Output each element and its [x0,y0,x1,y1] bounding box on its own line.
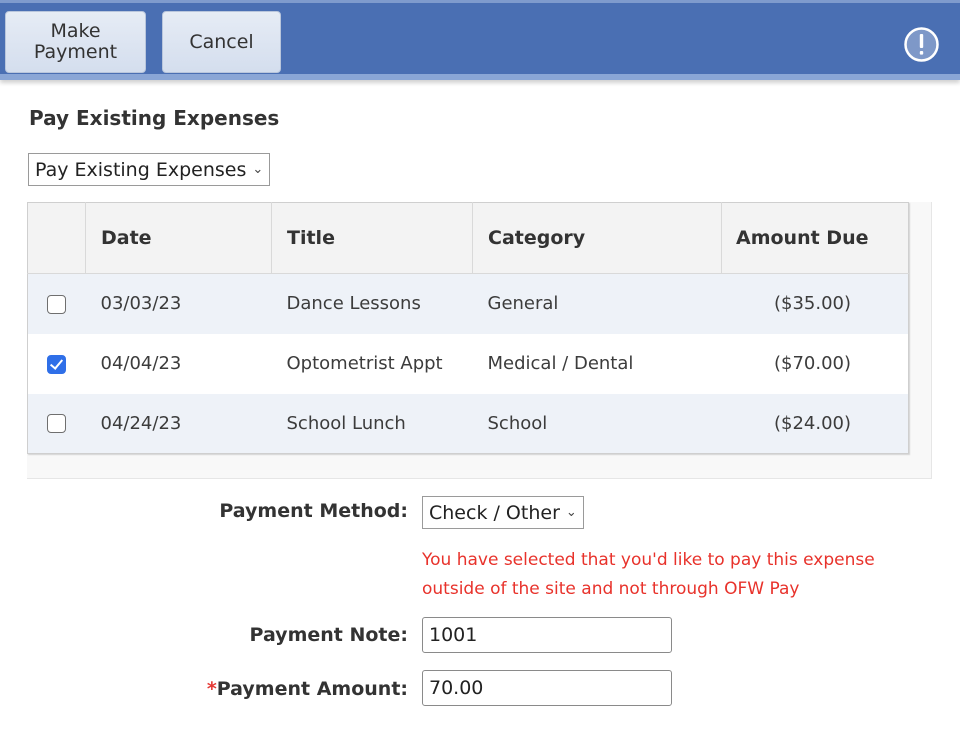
payment-amount-label: *Payment Amount: [207,678,408,700]
row-title: Dance Lessons [271,273,473,334]
row-category: School [472,393,722,454]
cancel-label: Cancel [189,30,254,53]
expense-mode-selected: Pay Existing Expenses [35,158,247,181]
row-checkbox[interactable] [47,354,67,374]
column-header-amount-due: Amount Due [721,202,909,274]
payment-amount-input[interactable] [422,670,672,706]
row-category: Medical / Dental [487,353,634,374]
table-row[interactable]: 04/04/23 Optometrist Appt Medical / Dent… [28,334,909,394]
table-row[interactable]: 04/24/23 School Lunch School ($24.00) [27,393,909,454]
payment-method-selected: Check / Other [429,501,560,524]
chevron-down-icon: ⌄ [252,162,264,177]
row-date: 03/03/23 [85,273,272,334]
payment-note-label: Payment Note: [249,624,408,646]
exclamation-circle-icon[interactable] [903,26,940,63]
payment-method-label: Payment Method: [219,500,408,522]
table-header-row: Date Title Category Amount Due [27,202,909,274]
expenses-table: Date Title Category Amount Due 03/03/23 … [27,202,909,454]
row-title: School Lunch [271,393,473,454]
row-date: 04/24/23 [85,393,272,454]
page-title: Pay Existing Expenses [29,106,280,130]
payment-method-warning: You have selected that you'd like to pay… [422,550,875,599]
row-amount: ($24.00) [721,393,909,454]
row-amount: ($70.00) [773,353,851,374]
column-header-select [27,202,86,274]
payment-method-select[interactable]: Check / Other ⌄ [422,496,584,529]
row-amount: ($35.00) [721,273,909,334]
cancel-button[interactable]: Cancel [162,11,281,73]
column-header-title: Title [271,202,473,274]
row-category: General [472,273,722,334]
make-payment-button[interactable]: Make Payment [5,11,146,73]
make-payment-label: Make Payment [33,20,118,63]
column-header-date: Date [85,202,272,274]
required-marker: * [206,678,217,700]
row-checkbox[interactable] [47,294,67,314]
expenses-table-container: Date Title Category Amount Due 03/03/23 … [27,202,932,479]
column-header-category: Category [472,202,722,274]
chevron-down-icon: ⌄ [565,505,577,520]
payment-note-input[interactable] [422,617,672,653]
row-checkbox[interactable] [47,414,67,434]
row-title: Optometrist Appt [286,353,443,374]
row-date: 04/04/23 [100,353,182,374]
expense-mode-select[interactable]: Pay Existing Expenses ⌄ [28,153,271,186]
table-row[interactable]: 03/03/23 Dance Lessons General ($35.00) [27,273,909,334]
payment-amount-label-text: Payment Amount: [216,678,408,700]
toolbar: Make Payment Cancel [0,0,960,80]
